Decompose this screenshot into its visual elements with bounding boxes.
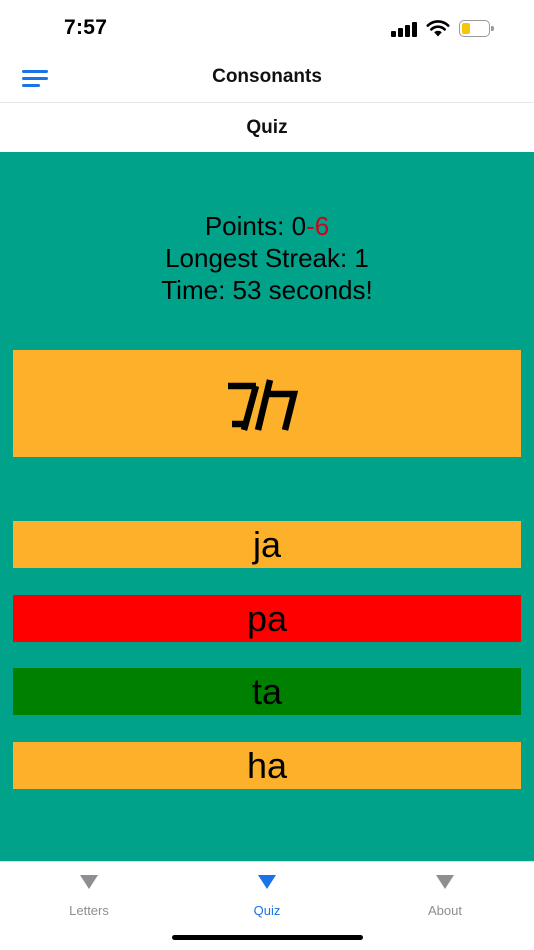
status-time: 7:57: [64, 16, 108, 39]
answer-label: ja: [252, 523, 282, 565]
tab-about[interactable]: About: [356, 862, 534, 932]
triangle-down-icon: [80, 875, 98, 889]
answer-label: ta: [251, 670, 283, 712]
app-screen: 7:57 Consonants Quiz Points: 0-6 Longest…: [0, 0, 534, 950]
status-bar: 7:57: [0, 0, 534, 56]
triangle-down-icon: [436, 875, 454, 889]
tab-quiz[interactable]: Quiz: [178, 862, 356, 932]
battery-icon: [459, 20, 494, 37]
points-label: Points:: [204, 211, 292, 241]
points-negative: -6: [306, 211, 330, 241]
tab-label: About: [428, 903, 462, 918]
points-line: Points: 0-6: [0, 210, 534, 242]
answer-label: ha: [246, 744, 288, 786]
quiz-stats: Points: 0-6 Longest Streak: 1 Time: 53 s…: [0, 210, 534, 306]
answer-option-1[interactable]: ja: [13, 521, 521, 568]
answer-label: pa: [246, 597, 288, 639]
section-header: Quiz: [0, 102, 534, 152]
triangle-down-icon: [258, 875, 276, 889]
tab-label: Quiz: [253, 903, 281, 918]
quiz-area: Points: 0-6 Longest Streak: 1 Time: 53 s…: [0, 152, 534, 861]
home-indicator: [172, 935, 363, 940]
prompt-card: [13, 350, 521, 457]
elapsed-time: Time: 53 seconds!: [161, 275, 373, 305]
answer-option-3[interactable]: ta: [13, 668, 521, 715]
page-title: Consonants: [212, 66, 322, 87]
tab-label: Letters: [69, 903, 109, 918]
answer-option-4[interactable]: ha: [13, 742, 521, 789]
answer-option-2[interactable]: pa: [13, 595, 521, 642]
cellular-signal-icon: [391, 21, 417, 37]
script-letter-glyph: [228, 378, 299, 431]
tab-letters[interactable]: Letters: [0, 862, 178, 932]
wifi-icon: [426, 20, 450, 37]
navigation-bar: Consonants: [0, 56, 534, 102]
longest-streak: Longest Streak: 1: [165, 243, 369, 273]
battery-level-fill: [462, 23, 470, 34]
section-title: Quiz: [246, 117, 288, 138]
points-value: 0: [291, 211, 307, 241]
